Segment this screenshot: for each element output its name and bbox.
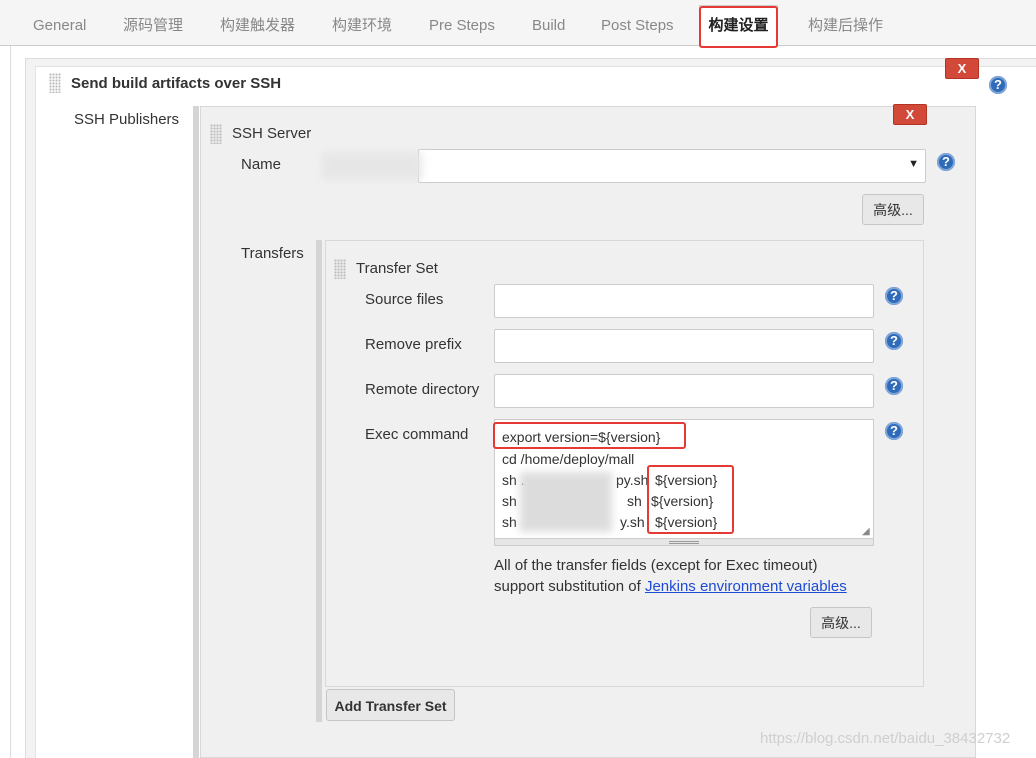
exec-line-5-end: y.sh (620, 514, 645, 530)
chevron-down-icon: ▼ (908, 158, 919, 170)
resize-handle-icon[interactable]: ◢ (862, 527, 872, 537)
exec-command-label: Exec command (365, 426, 469, 443)
jenkins-env-vars-link[interactable]: Jenkins environment variables (645, 578, 847, 595)
page-border (10, 46, 11, 758)
highlight-version-box (647, 465, 734, 534)
server-advanced-button[interactable]: 高级... (862, 194, 924, 225)
source-files-input[interactable] (494, 284, 874, 318)
grip-lines-icon (669, 541, 699, 544)
help-icon[interactable]: ? (885, 422, 903, 440)
server-drag-handle-icon[interactable] (210, 124, 222, 144)
help-icon[interactable]: ? (885, 332, 903, 350)
drag-handle-icon[interactable] (49, 73, 61, 93)
tab-source-management[interactable]: 源码管理 (111, 6, 195, 46)
transfer-drag-handle-icon[interactable] (334, 259, 346, 279)
help-icon[interactable]: ? (885, 287, 903, 305)
transfer-note-line2: support substitution of Jenkins environm… (494, 578, 847, 595)
publisher-repeat-bar (193, 106, 199, 758)
source-files-label: Source files (365, 291, 444, 308)
tab-post-steps[interactable]: Post Steps (589, 6, 686, 46)
transfer-repeat-bar (316, 240, 322, 722)
transfer-set-title: Transfer Set (356, 260, 438, 277)
ssh-publishers-label: SSH Publishers (74, 111, 180, 128)
help-icon[interactable]: ? (937, 153, 955, 171)
highlight-export-box (493, 422, 686, 449)
tab-build-environment[interactable]: 构建环境 (320, 6, 404, 46)
section-title: Send build artifacts over SSH (71, 75, 282, 92)
tab-pre-steps[interactable]: Pre Steps (417, 6, 507, 46)
transfer-advanced-button[interactable]: 高级... (810, 607, 872, 638)
tab-build[interactable]: Build (520, 6, 577, 46)
transfer-note-line1: All of the transfer fields (except for E… (494, 557, 818, 574)
remove-prefix-label: Remove prefix (365, 336, 462, 353)
name-label: Name (241, 156, 282, 173)
name-select[interactable]: ▼ (418, 149, 926, 183)
exec-line-3-end: py.sh (616, 472, 649, 488)
watermark-text: https://blog.csdn.net/baidu_38432732 (760, 730, 1011, 747)
remote-directory-label: Remote directory (365, 381, 480, 398)
exec-line-5-start: sh (502, 514, 517, 530)
redacted-server-name (322, 152, 422, 180)
transfers-label: Transfers (241, 245, 304, 262)
exec-line-4-start: sh (502, 493, 517, 509)
redacted-script-names (520, 472, 612, 532)
delete-section-button[interactable]: X (945, 58, 979, 79)
help-icon[interactable]: ? (885, 377, 903, 395)
tab-general[interactable]: General (21, 6, 98, 46)
transfer-note-prefix: support substitution of (494, 578, 645, 595)
ssh-server-title: SSH Server (232, 125, 312, 142)
help-icon[interactable]: ? (989, 76, 1007, 94)
exec-line-4-end: sh (627, 493, 642, 509)
remove-prefix-input[interactable] (494, 329, 874, 363)
highlight-tab-box (699, 6, 778, 48)
remote-directory-input[interactable] (494, 374, 874, 408)
exec-line-2: cd /home/deploy/mall (502, 451, 635, 467)
tab-build-triggers[interactable]: 构建触发器 (208, 6, 307, 46)
tab-post-build-actions[interactable]: 构建后操作 (796, 6, 895, 46)
add-transfer-set-button[interactable]: Add Transfer Set (326, 689, 455, 721)
delete-server-button[interactable]: X (893, 104, 927, 125)
